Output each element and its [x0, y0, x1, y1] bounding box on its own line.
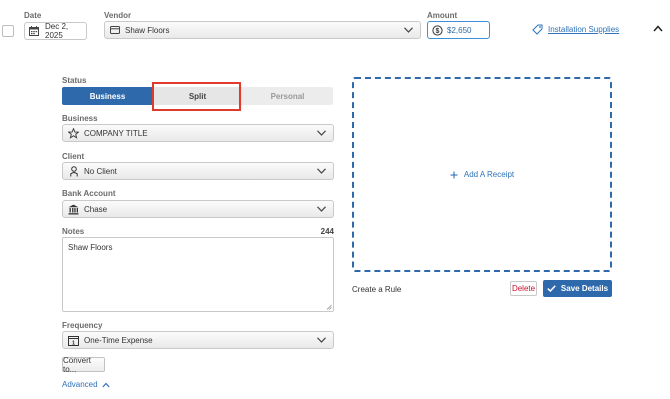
bank-icon [68, 204, 79, 215]
delete-label: Delete [511, 284, 536, 293]
client-value: No Client [84, 166, 117, 176]
split-highlight-box [152, 82, 241, 111]
frequency-select[interactable]: 1 One-Time Expense [62, 331, 334, 349]
amount-label: Amount [427, 11, 458, 20]
dollar-tag-icon: $ [432, 24, 443, 36]
advanced-label: Advanced [62, 380, 98, 389]
business-label: Business [62, 114, 98, 123]
svg-text:1: 1 [72, 340, 75, 346]
convert-to-button[interactable]: Convert to... [62, 355, 105, 374]
tag-icon [532, 24, 543, 35]
category-link-label: Installation Supplies [548, 25, 620, 34]
date-value: Dec 2, 2025 [45, 22, 69, 40]
card-icon [110, 26, 120, 34]
advanced-toggle[interactable]: Advanced [62, 380, 110, 389]
plus-icon [450, 171, 458, 179]
check-icon [547, 285, 556, 292]
frequency-value: One-Time Expense [84, 335, 153, 345]
collapse-chevron-up-icon[interactable] [653, 25, 663, 32]
calendar-icon [29, 26, 39, 36]
svg-text:$: $ [436, 28, 440, 35]
status-personal-tab[interactable]: Personal [242, 87, 333, 105]
add-receipt-label: Add A Receipt [463, 170, 515, 179]
vendor-select[interactable]: Shaw Floors [104, 21, 421, 39]
delete-button[interactable]: Delete [510, 281, 537, 296]
status-business-tab[interactable]: Business [62, 87, 153, 105]
chevron-down-icon [317, 168, 326, 174]
notes-textarea[interactable]: Shaw Floors [62, 237, 334, 312]
create-rule-link[interactable]: Create a Rule [352, 285, 401, 294]
row-checkbox[interactable] [2, 25, 14, 37]
amount-input[interactable]: $ $2,650 [427, 21, 490, 39]
receipt-dropzone[interactable]: Add A Receipt [352, 77, 612, 272]
star-icon [68, 127, 79, 139]
person-icon [70, 165, 78, 177]
chevron-down-icon [317, 337, 326, 343]
business-select[interactable]: COMPANY TITLE [62, 124, 334, 142]
chevron-down-icon [404, 27, 413, 33]
amount-value: $2,650 [447, 25, 472, 35]
vendor-label: Vendor [104, 11, 132, 20]
date-label: Date [24, 11, 42, 20]
calendar-one-icon: 1 [68, 335, 79, 346]
notes-label: Notes [62, 227, 85, 236]
date-field[interactable]: Dec 2, 2025 [24, 22, 87, 40]
resize-handle-icon[interactable] [326, 304, 332, 310]
chevron-up-icon [101, 382, 110, 388]
bank-account-select[interactable]: Chase [62, 200, 334, 218]
frequency-label: Frequency [62, 321, 103, 330]
status-label: Status [62, 76, 87, 85]
bank-account-value: Chase [84, 204, 108, 214]
save-details-label: Save Details [560, 284, 609, 293]
business-value: COMPANY TITLE [84, 128, 148, 138]
category-link[interactable]: Installation Supplies [532, 24, 619, 35]
vendor-value: Shaw Floors [125, 25, 170, 35]
chevron-down-icon [317, 130, 326, 136]
chevron-down-icon [317, 206, 326, 212]
client-label: Client [62, 152, 85, 161]
save-details-button[interactable]: Save Details [543, 280, 612, 297]
notes-char-count: 244 [320, 227, 334, 236]
status-business-label: Business [89, 91, 126, 101]
convert-to-label: Convert to... [63, 355, 92, 374]
status-personal-label: Personal [270, 91, 305, 101]
notes-value: Shaw Floors [68, 243, 113, 252]
bank-account-label: Bank Account [62, 189, 116, 198]
client-select[interactable]: No Client [62, 162, 334, 180]
